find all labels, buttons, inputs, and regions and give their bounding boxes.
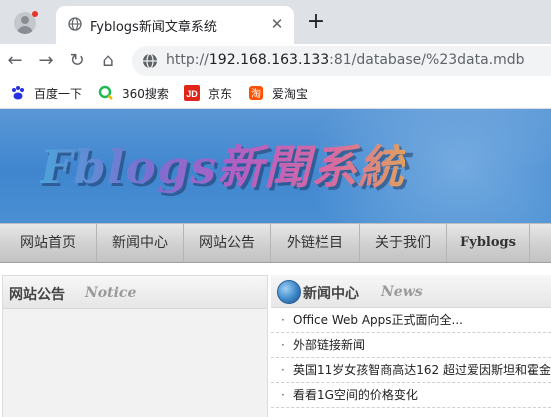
nav-announcements[interactable]: 网站公告	[184, 224, 271, 262]
360-search-icon	[98, 85, 113, 100]
svg-text:JD: JD	[186, 89, 198, 99]
notification-dot	[32, 11, 38, 17]
baidu-paw-icon	[12, 86, 24, 100]
web-page: Fblogs新聞系統 Fblogs新聞系統 网站首页 新闻中心 网站公告 外链栏…	[0, 109, 551, 417]
news-link[interactable]: 看看1G空间的价格变化	[293, 388, 418, 402]
globe-icon	[277, 280, 301, 304]
news-panel-title: 新闻中心	[303, 286, 359, 302]
news-link[interactable]: 英国11岁女孩智商高达162 超过爱因斯坦和霍金	[293, 363, 551, 377]
list-item[interactable]: · Office Web Apps正式面向全...	[271, 308, 551, 333]
url-host: 192.168.163.133	[208, 52, 330, 68]
url-text: http://192.168.163.133:81/database/%23da…	[166, 52, 525, 68]
bookmark-jd[interactable]: JD 京东	[184, 84, 232, 102]
bullet-icon: ·	[281, 388, 285, 402]
bookmarks-bar: 百度一下 360搜索 JD 京东 淘 爱淘宝	[0, 78, 551, 109]
bookmark-360[interactable]: 360搜索	[98, 84, 169, 102]
new-tab-button[interactable]: +	[305, 11, 327, 33]
notice-panel-title: 网站公告	[9, 287, 65, 303]
nav-fyblogs[interactable]: Fyblogs	[447, 224, 530, 262]
address-bar[interactable]: http://192.168.163.133:81/database/%23da…	[132, 46, 551, 76]
browser-toolbar: ← → ↻ ⌂ http://192.168.163.133:81/databa…	[0, 44, 551, 78]
jd-icon: JD	[184, 85, 200, 101]
news-panel-header: 新闻中心 News	[271, 275, 551, 308]
bookmark-label: 爱淘宝	[272, 86, 309, 101]
news-panel: 新闻中心 News · Office Web Apps正式面向全... · 外部链接…	[271, 275, 551, 417]
site-info-globe-icon[interactable]	[142, 53, 158, 69]
nav-home[interactable]: 网站首页	[0, 224, 97, 262]
bookmark-label: 京东	[208, 86, 233, 101]
news-link[interactable]: Office Web Apps正式面向全...	[293, 313, 463, 327]
list-item[interactable]: · 看看1G空间的价格变化	[271, 383, 551, 408]
bullet-icon: ·	[281, 313, 285, 327]
taobao-icon: 淘	[249, 86, 263, 100]
notice-panel-subtitle: Notice	[85, 285, 137, 301]
list-item[interactable]: · 英国11岁女孩智商高达162 超过爱因斯坦和霍金	[271, 358, 551, 383]
globe-favicon-icon	[68, 17, 82, 31]
news-list: · Office Web Apps正式面向全... · 外部链接新闻 · 英国11岁女…	[271, 308, 551, 408]
site-logo: Fblogs新聞系統	[40, 131, 405, 197]
nav-news-center[interactable]: 新闻中心	[97, 224, 184, 262]
bookmark-label: 360搜索	[122, 86, 169, 101]
home-icon[interactable]: ⌂	[97, 50, 119, 72]
forward-arrow-icon[interactable]: →	[35, 50, 57, 72]
site-banner: Fblogs新聞系統 Fblogs新聞系統	[0, 109, 551, 223]
bullet-icon: ·	[281, 363, 285, 377]
news-panel-subtitle: News	[381, 284, 423, 300]
notice-panel: 网站公告 Notice	[2, 275, 268, 417]
nav-about-us[interactable]: 关于我们	[360, 224, 447, 262]
url-scheme: http://	[166, 52, 209, 68]
bookmark-baidu[interactable]: 百度一下	[10, 84, 82, 102]
bookmark-label: 百度一下	[34, 86, 83, 101]
svg-text:淘: 淘	[251, 87, 261, 100]
url-path: :81/database/%23data.mdb	[329, 52, 525, 68]
bookmark-taobao[interactable]: 淘 爱淘宝	[248, 84, 308, 102]
news-link[interactable]: 外部链接新闻	[293, 338, 365, 352]
notice-panel-header: 网站公告 Notice	[3, 276, 267, 309]
tab-close-icon[interactable]: ✕	[268, 15, 286, 33]
list-item[interactable]: · 外部链接新闻	[271, 333, 551, 358]
tab-title: Fyblogs新闻文章系统	[90, 20, 217, 35]
tab-strip: Fyblogs新闻文章系统 ✕ +	[0, 0, 551, 44]
nav-external-links[interactable]: 外链栏目	[271, 224, 360, 262]
bullet-icon: ·	[281, 338, 285, 352]
notice-panel-body	[3, 309, 267, 417]
browser-tab-active[interactable]: Fyblogs新闻文章系统 ✕	[56, 6, 294, 44]
main-nav: 网站首页 新闻中心 网站公告 外链栏目 关于我们 Fyblogs	[0, 223, 551, 263]
back-arrow-icon[interactable]: ←	[4, 50, 26, 72]
reload-icon[interactable]: ↻	[66, 50, 88, 72]
